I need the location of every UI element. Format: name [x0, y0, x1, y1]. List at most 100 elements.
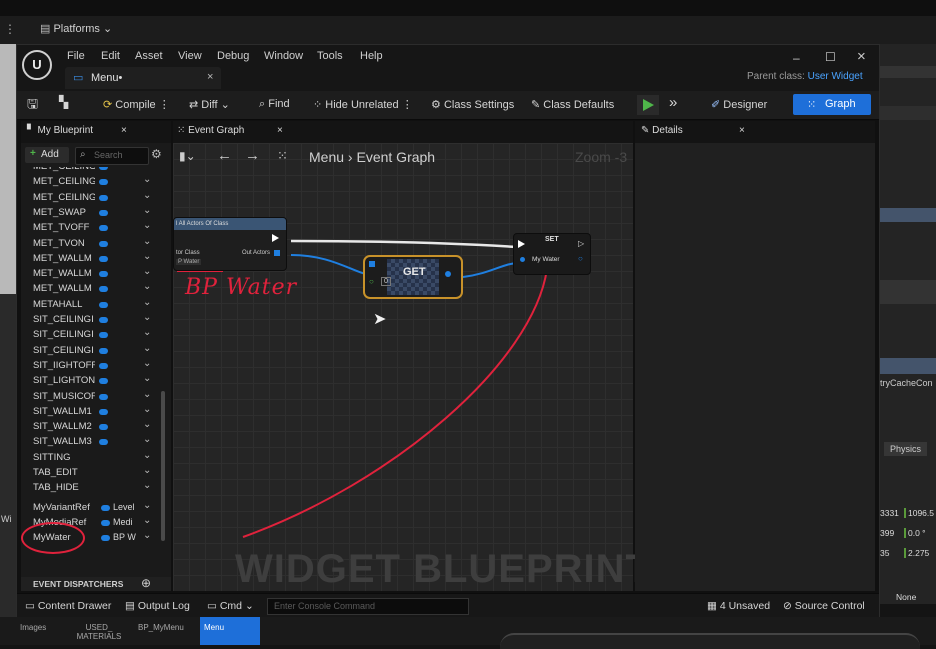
graph-canvas[interactable]: ▮⌄ ← → ⁙ Menu › Event Graph Zoom -3 l Al…	[173, 143, 650, 591]
asset-bp-mymenu[interactable]: BP_MyMenu	[138, 623, 184, 632]
variable-item[interactable]: MET_SWAP ⌄	[33, 205, 163, 221]
details-tab[interactable]: ✎ Details	[641, 125, 683, 136]
selected-row[interactable]	[880, 208, 936, 222]
chevron-down-icon[interactable]: ⌄	[143, 343, 151, 354]
unsaved-button[interactable]: ▦ 4 Unsaved	[707, 600, 770, 612]
physics-button[interactable]: Physics	[884, 442, 928, 456]
menu-help[interactable]: Help	[360, 50, 383, 62]
menu-edit[interactable]: Edit	[101, 50, 120, 62]
variable-item[interactable]: TAB_EDIT ⌄	[33, 465, 163, 481]
minimize-icon[interactable]: –	[793, 51, 800, 65]
index-pin-icon[interactable]: ○	[369, 277, 374, 286]
variable-item[interactable]: SIT_WALLM3 ⌄	[33, 434, 163, 450]
variable-item[interactable]: TAB_HIDE ⌄	[33, 480, 163, 496]
menu-debug[interactable]: Debug	[217, 50, 249, 62]
play-button[interactable]	[637, 95, 659, 115]
hide-unrelated-button[interactable]: ⁘ Hide Unrelated ⋮	[313, 98, 413, 111]
find-button[interactable]: ⌕ Find	[259, 98, 290, 111]
maximize-icon[interactable]: ☐	[825, 50, 836, 64]
compile-button[interactable]: ⟳ Compile ⋮	[103, 98, 170, 111]
chevron-down-icon[interactable]: ⌄	[143, 358, 151, 369]
my-blueprint-tab[interactable]: ▘ My Blueprint	[27, 125, 93, 136]
chevron-down-icon[interactable]: ⌄	[143, 297, 151, 308]
variable-item[interactable]: METAHALL ⌄	[33, 297, 163, 313]
value-field[interactable]: 3331	[880, 508, 899, 518]
class-defaults-button[interactable]: ✎ Class Defaults	[531, 98, 614, 111]
variable-item[interactable]: SIT_WALLM2 ⌄	[33, 419, 163, 435]
variable-item[interactable]: MET_WALLM ⌄	[33, 281, 163, 297]
graph-button[interactable]: ⁙ Graph	[793, 94, 871, 115]
asset-tab-menu[interactable]: ▭ Menu• ×	[65, 67, 221, 89]
selected-row[interactable]	[880, 358, 936, 374]
variable-item[interactable]: SIT_CEILINGI ⌄	[33, 312, 163, 328]
folder-used-materials[interactable]: USED_ MATERIALS	[74, 623, 124, 641]
menu-dots-icon[interactable]: ⋮	[4, 22, 16, 36]
object-out-pin[interactable]	[445, 271, 451, 277]
add-dispatcher-icon[interactable]: ⊕	[141, 576, 151, 590]
chevron-down-icon[interactable]: ⌄	[143, 327, 151, 338]
get-all-actors-node[interactable]: l All Actors Of Class tor Class Out Acto…	[173, 217, 287, 271]
chevron-down-icon[interactable]: ⌄	[143, 389, 151, 400]
search-input[interactable]: ⌕ Search	[75, 147, 149, 165]
variable-item[interactable]: MET_CEILING ⌄	[33, 190, 163, 206]
variable-item[interactable]: SIT_WALLM1 ⌄	[33, 404, 163, 420]
diff-button[interactable]: ⇄ Diff ⌄	[189, 98, 230, 111]
variable-item[interactable]: MET_WALLM ⌄	[33, 251, 163, 267]
chevron-down-icon[interactable]: ⌄	[143, 404, 151, 415]
console-input[interactable]: Enter Console Command	[267, 598, 469, 615]
chevron-down-icon[interactable]: ⌄	[143, 236, 151, 247]
close-tab-icon[interactable]: ×	[121, 125, 127, 136]
array-in-pin[interactable]	[369, 261, 375, 267]
menu-tools[interactable]: Tools	[317, 50, 343, 62]
close-window-icon[interactable]: ×	[857, 48, 866, 65]
exec-in-pin[interactable]	[518, 240, 525, 248]
advance-frame-icon[interactable]: »	[669, 94, 677, 111]
variable-item[interactable]: MET_CEILING ⌄	[33, 174, 163, 190]
output-log-button[interactable]: ▤ Output Log	[125, 600, 190, 612]
folder-images[interactable]: Images	[20, 623, 46, 632]
value-field[interactable]: 1096.5	[904, 508, 934, 518]
variable-item[interactable]: SIT_IIGHTOFF ⌄	[33, 358, 163, 374]
variable-item[interactable]: SIT_CEILINGI ⌄	[33, 343, 163, 359]
variable-item[interactable]: MET_TVOFF ⌄	[33, 220, 163, 236]
variable-item[interactable]: SIT_LIGHTON ⌄	[33, 373, 163, 389]
close-tab-icon[interactable]: ×	[207, 71, 213, 83]
settings-gear-icon[interactable]: ⚙	[151, 147, 162, 161]
chevron-down-icon[interactable]: ⌄	[143, 220, 151, 231]
browse-icon[interactable]: ▚	[59, 95, 68, 109]
chevron-down-icon[interactable]: ⌄	[143, 500, 151, 511]
cmd-dropdown[interactable]: ▭ Cmd ⌄	[207, 600, 254, 612]
variable-item[interactable]: SITTING ⌄	[33, 450, 163, 466]
none-dropdown[interactable]: None	[896, 592, 916, 602]
value-field[interactable]: 35	[880, 548, 889, 558]
index-value[interactable]: 0	[381, 277, 391, 286]
platforms-menu[interactable]: ▤ Platforms ⌄	[40, 22, 112, 35]
scrollbar[interactable]	[161, 391, 165, 541]
save-icon[interactable]: 🖫	[27, 95, 38, 117]
chevron-down-icon[interactable]: ⌄	[143, 174, 151, 185]
chevron-down-icon[interactable]: ⌄	[143, 167, 151, 170]
chevron-down-icon[interactable]: ⌄	[143, 205, 151, 216]
close-tab-icon[interactable]: ×	[739, 125, 745, 136]
get-node[interactable]: GET ○ 0	[363, 255, 463, 299]
menu-view[interactable]: View	[178, 50, 202, 62]
value-field[interactable]: 399	[880, 528, 894, 538]
add-button[interactable]: + Add	[25, 147, 69, 163]
chevron-down-icon[interactable]: ⌄	[143, 515, 151, 526]
value-field[interactable]: 2.275	[904, 548, 929, 558]
chevron-down-icon[interactable]: ⌄	[143, 480, 151, 491]
chevron-down-icon[interactable]: ⌄	[143, 530, 151, 541]
variable-item[interactable]: MET_TVON ⌄	[33, 236, 163, 252]
chevron-down-icon[interactable]: ⌄	[143, 251, 151, 262]
set-node[interactable]: SET ▷ My Water ○	[513, 233, 591, 275]
class-dropdown[interactable]: P Water	[176, 259, 202, 265]
close-tab-icon[interactable]: ×	[277, 125, 283, 136]
menu-window[interactable]: Window	[264, 50, 303, 62]
variable-item[interactable]: SIT_CEILINGI ⌄	[33, 327, 163, 343]
content-drawer-button[interactable]: ▭ Content Drawer	[25, 600, 111, 612]
designer-button[interactable]: ✐ Designer	[711, 98, 767, 111]
chevron-down-icon[interactable]: ⌄	[143, 266, 151, 277]
chevron-down-icon[interactable]: ⌄	[143, 373, 151, 384]
chevron-down-icon[interactable]: ⌄	[143, 419, 151, 430]
menu-file[interactable]: File	[67, 50, 85, 62]
